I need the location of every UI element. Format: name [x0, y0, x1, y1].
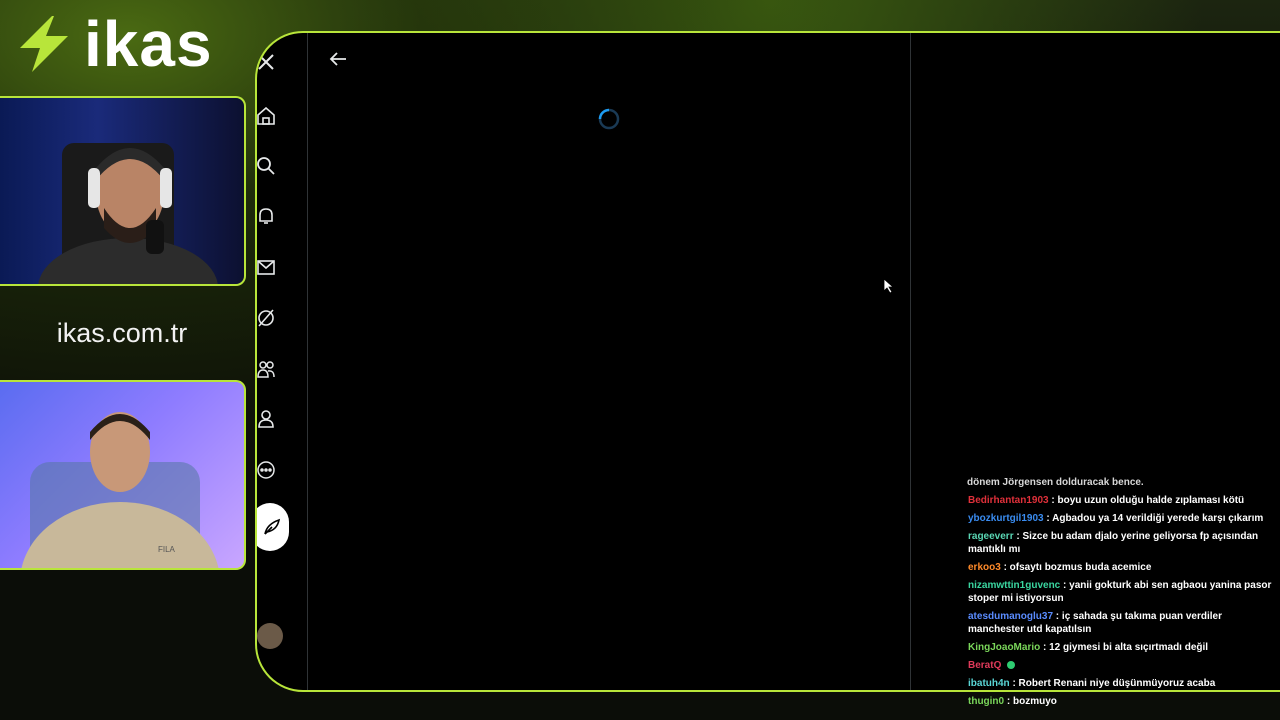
chat-message: nizamwttin1guvenc : yanii gokturk abi se…: [964, 579, 1280, 605]
account-avatar[interactable]: [257, 623, 283, 649]
chat-username: erkoo3: [968, 562, 1001, 573]
chat-username: rageeverr: [968, 531, 1014, 542]
chat-username: nizamwttin1guvenc: [968, 580, 1061, 591]
home-icon[interactable]: [257, 107, 275, 125]
main-column: [308, 33, 911, 690]
chat-text: : Robert Renani niye düşünmüyoruz acaba: [1009, 678, 1216, 689]
guest-silhouette: FILA: [21, 412, 219, 568]
mail-icon[interactable]: [257, 258, 275, 276]
post-button[interactable]: [257, 503, 289, 551]
chat-username: Bedirhantan1903: [968, 495, 1049, 506]
chat-message: rageeverr : Sizce bu adam djalo yerine g…: [964, 530, 1280, 556]
feather-icon: [264, 518, 281, 535]
side-nav: [257, 33, 308, 690]
brand-name: ikas: [84, 8, 213, 80]
webcam-bottom: FILA: [0, 380, 246, 570]
chat-text: : boyu uzun olduğu halde zıplaması kötü: [1048, 495, 1245, 506]
chat-username: thugin0: [968, 696, 1005, 707]
webcam-top: [0, 96, 246, 286]
chat-username: atesdumanoglu37: [968, 611, 1054, 622]
loading-spinner: [598, 108, 620, 130]
more-icon[interactable]: [257, 461, 275, 479]
communities-icon[interactable]: [257, 360, 275, 378]
chat-emote-icon: [1007, 661, 1016, 670]
streamer-silhouette: [38, 143, 218, 284]
chat-message: ibatuh4n : Robert Renani niye düşünmüyor…: [964, 677, 1280, 690]
chat-message: atesdumanoglu37 : iç sahada şu takıma pu…: [964, 610, 1280, 636]
chat-message: Bedirhantan1903 : boyu uzun olduğu halde…: [964, 494, 1280, 507]
ikas-logo: ikas: [14, 8, 213, 80]
bell-icon[interactable]: [257, 207, 275, 225]
chat-message: thugin0 : bozmuyo: [964, 695, 1280, 708]
chat-text: : Agbadou ya 14 verildiği yerede karşı ç…: [1043, 513, 1264, 524]
chat-username: KingJoaoMario: [968, 642, 1041, 653]
stream-chat: dönem Jörgensen dolduracak bence. Bedirh…: [964, 476, 1280, 713]
chat-message: erkoo3 : ofsaytı bozmus buda acemice: [964, 561, 1280, 574]
chat-partial-line: dönem Jörgensen dolduracak bence.: [967, 477, 1144, 488]
svg-text:FILA: FILA: [158, 545, 176, 554]
profile-icon[interactable]: [257, 410, 275, 428]
chat-message: KingJoaoMario : 12 giymesi bi alta sıçır…: [964, 641, 1280, 654]
mouse-cursor-icon: [884, 279, 894, 293]
search-icon[interactable]: [257, 157, 275, 175]
chat-username: BeratQ: [968, 660, 1002, 671]
chat-text: : bozmuyo: [1004, 696, 1057, 707]
website-url: ikas.com.tr: [56, 318, 188, 348]
x-logo-icon[interactable]: [257, 53, 275, 71]
lightning-bolt-icon: [20, 16, 68, 72]
grok-icon[interactable]: [257, 309, 275, 327]
chat-message: ybozkurtgil1903 : Agbadou ya 14 verildiğ…: [964, 512, 1280, 525]
chat-username: ibatuh4n: [968, 678, 1010, 689]
arrow-left-icon[interactable]: [328, 49, 348, 69]
chat-message: BeratQ: [964, 659, 1280, 672]
chat-username: ybozkurtgil1903: [968, 513, 1044, 524]
chat-text: : ofsaytı bozmus buda acemice: [1000, 562, 1152, 573]
chat-text: : 12 giymesi bi alta sıçırtmadı değil: [1040, 642, 1209, 653]
